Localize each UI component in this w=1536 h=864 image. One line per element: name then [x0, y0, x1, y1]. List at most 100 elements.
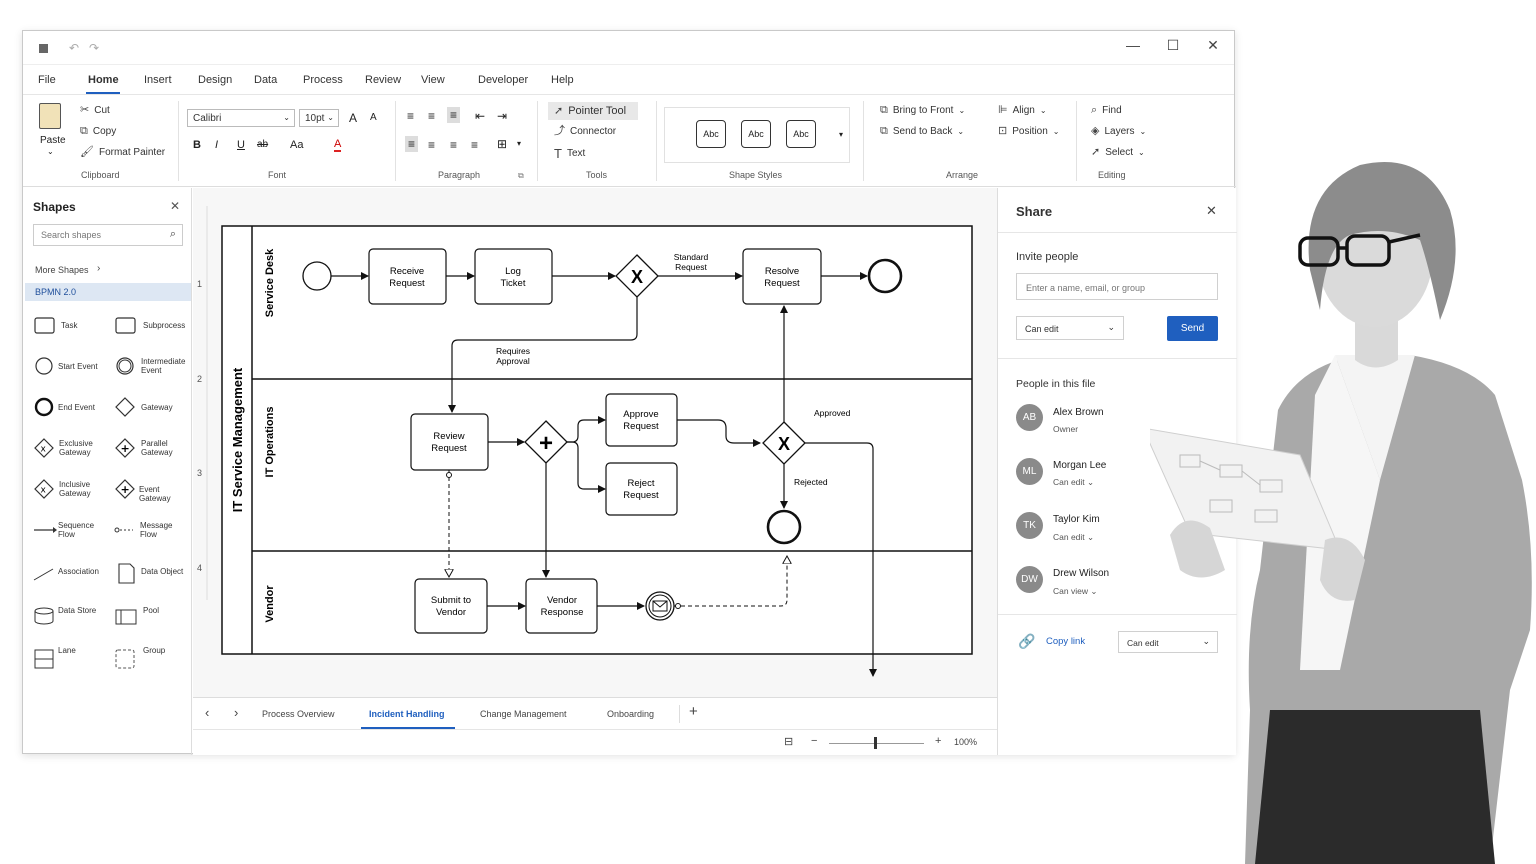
font-family-select[interactable]: Calibri ⌄	[187, 109, 295, 127]
select-button[interactable]: ➚ Select ⌄	[1091, 147, 1145, 159]
find-button[interactable]: ⌕ Find	[1091, 104, 1122, 117]
menu-view[interactable]: View	[421, 74, 445, 86]
association-icon[interactable]	[33, 568, 54, 581]
tab-onboarding[interactable]: Onboarding	[607, 709, 654, 719]
task-submit-to-vendor[interactable]	[414, 578, 488, 634]
shape-label-message-flow: Message Flow	[140, 521, 173, 539]
menu-help[interactable]: Help	[551, 74, 574, 86]
font-color-button[interactable]: A	[334, 138, 342, 152]
zoom-slider-thumb[interactable]	[874, 737, 877, 749]
zoom-in-button[interactable]: +	[935, 735, 941, 747]
gallery-more-icon[interactable]: ▾	[839, 130, 843, 139]
menu-review[interactable]: Review	[365, 74, 401, 86]
person-permission-select[interactable]: Can view ⌄	[1053, 586, 1097, 597]
increase-indent-icon[interactable]: ⇥	[497, 109, 507, 123]
redo-icon[interactable]: ↷	[89, 41, 99, 55]
layers-button[interactable]: ◈ Layers ⌄	[1091, 126, 1146, 138]
task-approve-request[interactable]	[605, 393, 678, 447]
menu-developer[interactable]: Developer	[478, 74, 528, 86]
send-to-back-button[interactable]: ⧉ Send to Back ⌄	[880, 126, 964, 138]
justify-icon[interactable]: ≡	[471, 138, 478, 152]
tab-incident-handling[interactable]: Incident Handling	[369, 709, 445, 719]
align-left-icon[interactable]: ≡	[405, 136, 419, 152]
bring-to-front-button[interactable]: ⧉ Bring to Front ⌄	[880, 105, 965, 117]
end-event-2[interactable]	[766, 509, 802, 545]
diagram-canvas[interactable]: 1 2 3 4 IT Service Management Service De…	[193, 188, 997, 697]
maximize-button[interactable]: ☐	[1161, 37, 1185, 54]
copy-link-button[interactable]: Copy link	[1046, 636, 1085, 647]
undo-icon[interactable]: ↶	[69, 41, 79, 55]
close-icon[interactable]: ✕	[170, 199, 180, 213]
pointer-tool-button[interactable]: ➚ Pointer Tool	[548, 102, 639, 120]
bold-button[interactable]: B	[193, 139, 201, 151]
grow-font-button[interactable]: A	[349, 111, 357, 125]
chevron-left-icon[interactable]: ‹	[205, 705, 209, 720]
task-review-request[interactable]	[410, 413, 489, 471]
data-store-icon[interactable]	[34, 607, 54, 615]
subprocess-shape-icon[interactable]	[115, 317, 136, 334]
start-event-icon[interactable]	[35, 357, 53, 375]
align-top-icon[interactable]: ≡	[407, 109, 414, 123]
chevron-right-icon[interactable]: ›	[234, 705, 238, 720]
tab-change-management[interactable]: Change Management	[480, 709, 567, 719]
menu-design[interactable]: Design	[198, 74, 232, 86]
end-event-1[interactable]	[867, 258, 903, 294]
permission-select[interactable]: Can edit ⌄	[1016, 316, 1124, 340]
group-icon[interactable]	[115, 649, 135, 669]
data-object-icon[interactable]	[118, 563, 135, 584]
search-shapes-input[interactable]: Search shapes ⌕	[33, 224, 183, 246]
search-icon: ⌕	[1091, 104, 1098, 116]
paste-icon[interactable]	[39, 103, 61, 129]
decrease-indent-icon[interactable]: ⇤	[475, 109, 485, 123]
strikethrough-button[interactable]: ab	[257, 139, 268, 150]
avatar-initials: AB	[1022, 412, 1037, 423]
align-right-icon[interactable]: ≡	[450, 138, 457, 152]
connector-button[interactable]: ⤴ Connector	[554, 126, 616, 138]
shape-style-1[interactable]: Abc	[696, 120, 726, 148]
shape-style-2[interactable]: Abc	[741, 120, 771, 148]
shrink-font-button[interactable]: A	[370, 112, 377, 123]
shape-style-3[interactable]: Abc	[786, 120, 816, 148]
cut-button[interactable]: ✂ Cut	[80, 105, 110, 117]
underline-button[interactable]: U	[237, 139, 245, 151]
menu-home[interactable]: Home	[88, 74, 119, 86]
task-vendor-response[interactable]	[525, 578, 598, 634]
change-case-button[interactable]: Aa	[290, 139, 303, 151]
more-shapes-link[interactable]: More Shapes	[35, 265, 89, 275]
dialog-launcher-icon[interactable]: ⧉	[518, 171, 524, 181]
close-button[interactable]: ✕	[1201, 37, 1225, 54]
align-bottom-icon[interactable]: ≡	[447, 107, 461, 123]
copy-button[interactable]: ⧉ Copy	[80, 126, 116, 138]
tab-process-overview[interactable]: Process Overview	[262, 709, 335, 719]
zoom-out-button[interactable]: −	[811, 735, 817, 747]
position-button[interactable]: ⊡ Position ⌄	[998, 126, 1060, 138]
menu-data[interactable]: Data	[254, 74, 277, 86]
task-shape-icon[interactable]	[34, 317, 55, 334]
format-painter-button[interactable]: 🖌 Format Painter	[80, 147, 165, 159]
font-size-select[interactable]: 10pt ⌄	[299, 109, 339, 127]
add-page-button[interactable]: +	[689, 703, 698, 720]
menu-insert[interactable]: Insert	[144, 74, 172, 86]
person-permission-select[interactable]: Can edit ⌄	[1053, 532, 1094, 543]
italic-button[interactable]: I	[215, 139, 218, 151]
paste-dropdown-icon[interactable]: ⌄	[47, 147, 54, 156]
align-center-icon[interactable]: ≡	[428, 138, 435, 152]
table-icon[interactable]: ⊞	[497, 137, 507, 151]
end-event-icon[interactable]	[34, 397, 54, 417]
menu-process[interactable]: Process	[303, 74, 343, 86]
text-tool-button[interactable]: T Text	[554, 147, 585, 160]
minimize-button[interactable]: —	[1121, 37, 1145, 53]
menu-file[interactable]: File	[38, 74, 56, 86]
align-button[interactable]: ⊫ Align ⌄	[998, 105, 1047, 117]
chevron-down-icon[interactable]: ▾	[517, 139, 521, 148]
gateway-icon[interactable]	[115, 397, 135, 417]
person-permission-select[interactable]: Can edit ⌄	[1053, 477, 1094, 488]
task-reject-request[interactable]	[605, 462, 678, 516]
fit-page-icon[interactable]: ⊟	[784, 735, 793, 748]
category-bpmn[interactable]: BPMN 2.0	[25, 283, 191, 301]
start-event[interactable]	[302, 261, 332, 291]
align-middle-icon[interactable]: ≡	[428, 109, 435, 123]
pool-icon[interactable]	[115, 609, 137, 625]
paste-button[interactable]: Paste	[40, 135, 66, 146]
search-icon: ⌕	[169, 228, 176, 240]
